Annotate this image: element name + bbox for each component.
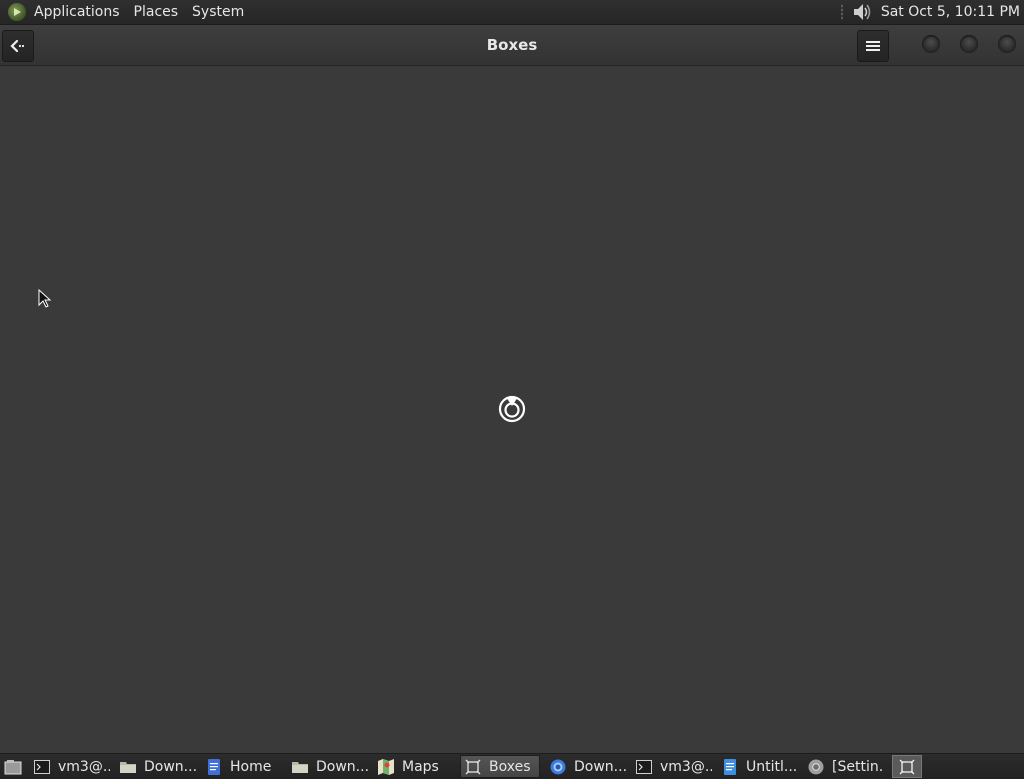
window-header: Boxes [0,25,1024,66]
chrome-icon [808,759,824,775]
back-arrow-icon [10,39,25,53]
document-icon [206,758,222,775]
show-desktop-icon [4,759,22,774]
task-label: [Settin... [832,758,884,775]
task-label: vm3@... [58,758,110,775]
workspace-icon [899,759,915,774]
task-label: Untitl... [746,758,798,775]
task-label: Down... [144,758,196,775]
show-desktop-button[interactable] [2,756,24,778]
minimize-button[interactable] [922,35,940,53]
terminal-icon [34,759,50,775]
mouse-cursor-icon [38,289,52,308]
workspace-switcher[interactable] [892,755,922,778]
system-tray: Sat Oct 5, 10:11 PM [840,0,1020,24]
task-label: Down... [574,758,626,775]
content-area [0,66,1024,753]
volume-icon[interactable] [851,2,873,22]
hamburger-icon [866,41,880,51]
task-label: Home [230,758,272,775]
task-label: Boxes [489,758,531,775]
task-downloads-1[interactable]: Down... [116,755,196,778]
task-untitled[interactable]: Untitl... [718,755,798,778]
task-downloads-2[interactable]: Down... [288,755,368,778]
places-menu[interactable]: Places [127,0,186,24]
clock[interactable]: Sat Oct 5, 10:11 PM [881,4,1020,20]
task-label: Maps [402,758,439,775]
browser-icon [550,759,566,775]
top-panel: Applications Places System Sat Oct 5, 10… [0,0,1024,25]
task-terminal-1[interactable]: vm3@... [30,755,110,778]
task-label: vm3@... [660,758,712,775]
task-boxes[interactable]: Boxes [460,755,540,778]
task-home[interactable]: Home [202,755,282,778]
close-button[interactable] [998,35,1016,53]
tray-separator [840,4,843,20]
task-label: Down... [316,758,368,775]
folder-icon [120,759,136,775]
task-browser-downloads[interactable]: Down... [546,755,626,778]
folder-icon [292,759,308,775]
maximize-button[interactable] [960,35,978,53]
task-terminal-2[interactable]: vm3@... [632,755,712,778]
taskbar: vm3@... Down... Home Down... Maps Boxes [0,753,1024,779]
panel-menu: Applications Places System [0,0,251,24]
applications-menu[interactable]: Applications [27,0,127,24]
task-settings[interactable]: [Settin... [804,755,884,778]
task-maps[interactable]: Maps [374,755,454,778]
maps-icon [378,758,394,775]
terminal-icon [636,759,652,775]
menu-button[interactable] [857,30,889,62]
applications-logo-icon[interactable] [8,3,26,21]
loading-spinner-icon [498,395,526,423]
document-icon [722,758,738,775]
boxes-icon [465,759,481,775]
back-button[interactable] [2,30,34,62]
system-menu[interactable]: System [185,0,251,24]
